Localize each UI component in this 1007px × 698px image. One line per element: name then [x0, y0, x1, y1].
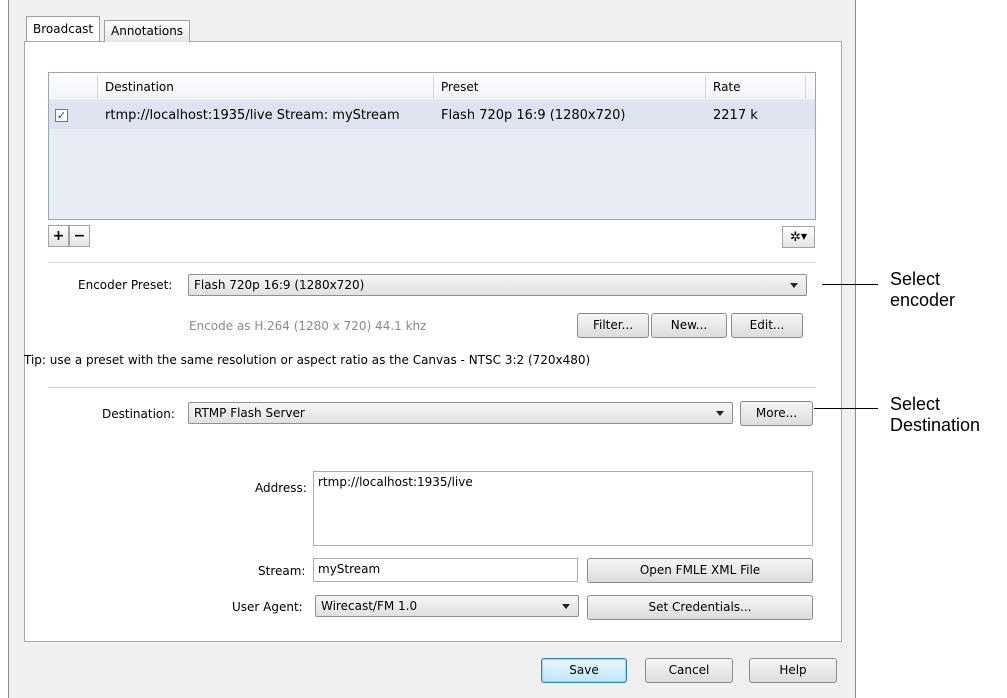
destination-callout-line1: Select — [890, 394, 941, 414]
divider — [48, 262, 816, 263]
user-agent-dropdown[interactable]: Wirecast/FM 1.0 — [315, 595, 579, 617]
destination-label: Destination: — [102, 407, 175, 421]
encoder-preset-label: Encoder Preset: — [78, 278, 173, 292]
chevron-down-icon — [790, 283, 798, 288]
destinations-table: Destination Preset Rate ✓ rtmp://localho… — [48, 72, 816, 220]
user-agent-label: User Agent: — [232, 600, 303, 614]
destination-dropdown[interactable]: RTMP Flash Server — [188, 402, 733, 424]
table-row[interactable]: ✓ rtmp://localhost:1935/live Stream: myS… — [49, 102, 815, 129]
divider — [48, 387, 816, 388]
encoder-callout-line2: encoder — [890, 290, 956, 310]
destination-value: RTMP Flash Server — [194, 406, 305, 420]
table-header: Destination Preset Rate — [49, 73, 815, 101]
stream-label: Stream: — [258, 564, 306, 578]
filter-button[interactable]: Filter... — [577, 313, 649, 338]
encoder-description: Encode as H.264 (1280 x 720) 44.1 khz — [189, 319, 427, 333]
preset-tip: Tip: use a preset with the same resoluti… — [24, 353, 591, 367]
remove-destination-button[interactable]: − — [69, 225, 90, 247]
column-separator — [805, 75, 806, 99]
gear-icon: ✲ — [789, 230, 801, 245]
save-button[interactable]: Save — [541, 658, 627, 683]
address-label: Address: — [255, 481, 307, 495]
help-button[interactable]: Help — [749, 658, 837, 683]
set-credentials-button[interactable]: Set Credentials... — [587, 595, 813, 620]
tab-broadcast[interactable]: Broadcast — [26, 16, 101, 41]
address-field[interactable]: rtmp://localhost:1935/live — [313, 471, 813, 546]
user-agent-value: Wirecast/FM 1.0 — [321, 599, 418, 613]
encoder-preset-dropdown[interactable]: Flash 720p 16:9 (1280x720) — [188, 274, 807, 296]
cancel-button[interactable]: Cancel — [645, 658, 733, 683]
chevron-down-icon: ▼ — [800, 232, 808, 241]
add-destination-button[interactable]: + — [48, 225, 69, 247]
enable-destination-checkbox[interactable]: ✓ — [55, 109, 68, 122]
destination-callout-line2: Destination — [890, 415, 981, 435]
destination-options-button[interactable]: ✲▼ — [782, 226, 815, 248]
encoder-callout-line — [822, 284, 878, 285]
stream-field[interactable]: myStream — [313, 558, 578, 582]
open-fmle-xml-button[interactable]: Open FMLE XML File — [587, 558, 813, 583]
new-preset-button[interactable]: New... — [651, 313, 727, 338]
row-destination: rtmp://localhost:1935/live Stream: myStr… — [105, 108, 400, 123]
destination-callout-line — [814, 408, 878, 409]
chevron-down-icon — [716, 411, 724, 416]
column-header-preset[interactable]: Preset — [433, 73, 705, 101]
encoder-preset-value: Flash 720p 16:9 (1280x720) — [194, 278, 365, 292]
encoder-callout-line1: Select — [890, 269, 941, 289]
tab-annotations[interactable]: Annotations — [104, 20, 191, 42]
edit-preset-button[interactable]: Edit... — [731, 313, 803, 338]
row-preset: Flash 720p 16:9 (1280x720) — [441, 108, 626, 123]
more-button[interactable]: More... — [740, 401, 813, 426]
chevron-down-icon — [562, 604, 570, 609]
column-header-rate[interactable]: Rate — [705, 73, 805, 101]
row-rate: 2217 k — [713, 108, 758, 123]
column-header-destination[interactable]: Destination — [97, 73, 433, 101]
